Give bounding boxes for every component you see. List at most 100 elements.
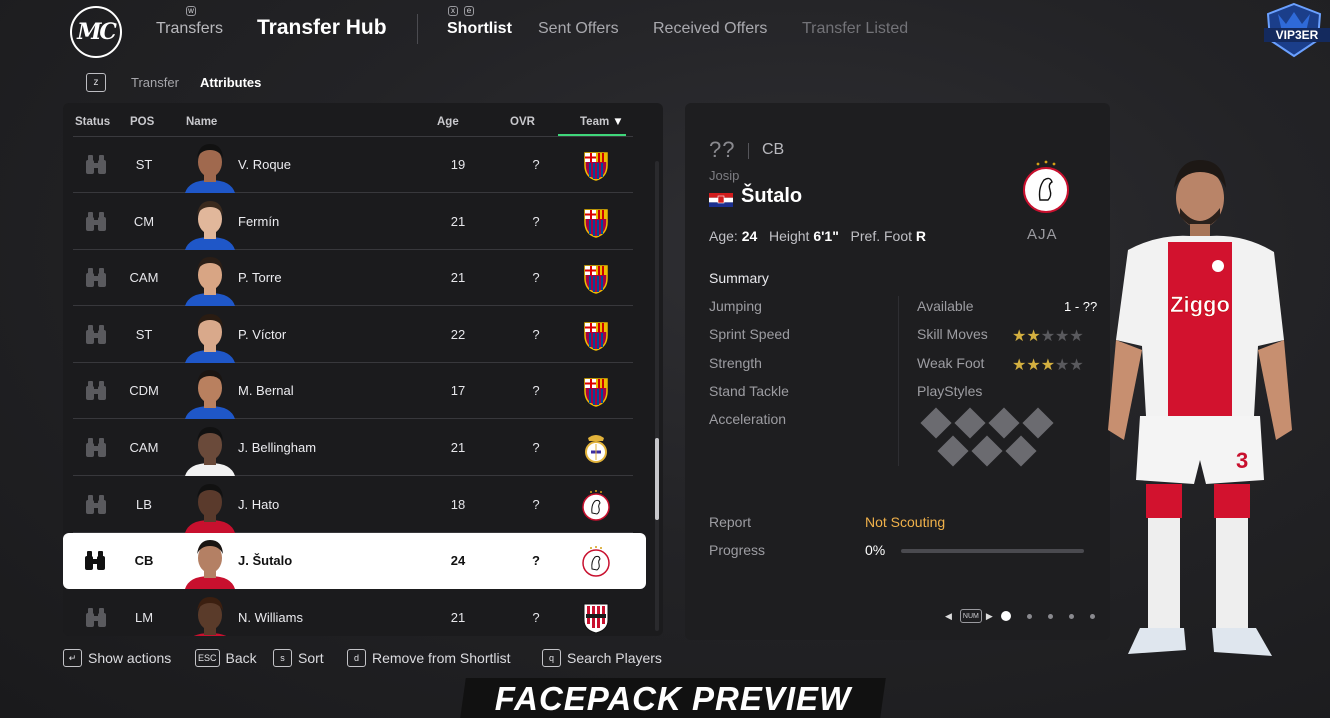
detail-bio: Age: 24 Height 6'1" Pref. Foot R bbox=[709, 228, 926, 244]
pager-right-icon[interactable]: ▶ bbox=[986, 611, 993, 622]
detail-first-name: Josip bbox=[709, 168, 740, 183]
row-ovr: ? bbox=[532, 609, 540, 625]
scrollbar-track[interactable] bbox=[655, 161, 659, 631]
row-age: 24 bbox=[450, 553, 466, 569]
player-row[interactable]: ST P. Víctor 22? bbox=[73, 307, 633, 363]
svg-text:3: 3 bbox=[1236, 448, 1248, 473]
age-value: 24 bbox=[741, 228, 758, 244]
action-label: Remove from Shortlist bbox=[372, 650, 511, 666]
real-madrid-crest-icon bbox=[581, 432, 611, 464]
action-show-actions[interactable]: ↵ Show actions bbox=[63, 649, 171, 667]
row-pos: CAM bbox=[129, 270, 159, 286]
row-pos: CAM bbox=[129, 440, 159, 455]
preview-banner-text: FACEPACK PREVIEW bbox=[494, 680, 852, 717]
player-row[interactable]: CM Fermín 21? bbox=[73, 194, 633, 250]
summary-heading: Summary bbox=[709, 270, 769, 286]
row-ovr: ? bbox=[532, 496, 540, 512]
star-filled-icon: ★ bbox=[1012, 328, 1027, 345]
progress-value: 0% bbox=[865, 542, 886, 558]
barcelona-crest-icon bbox=[581, 206, 611, 238]
binoculars-icon bbox=[84, 154, 108, 176]
tab-shortlist[interactable]: Shortlist bbox=[447, 20, 512, 38]
tab-received-offers[interactable]: Received Offers bbox=[653, 20, 767, 38]
barcelona-crest-icon bbox=[581, 149, 611, 181]
brand-logo: VIP3ER bbox=[1258, 0, 1330, 60]
subnav-attributes[interactable]: Attributes bbox=[200, 75, 261, 90]
attr-jumping: Jumping bbox=[709, 298, 762, 314]
action-sort[interactable]: s Sort bbox=[273, 649, 324, 667]
header-name[interactable]: Name bbox=[186, 116, 217, 128]
header-status[interactable]: Status bbox=[75, 116, 110, 128]
row-ovr: ? bbox=[532, 440, 540, 455]
binoculars-icon bbox=[84, 211, 108, 233]
action-remove-shortlist[interactable]: d Remove from Shortlist bbox=[347, 649, 510, 667]
header-ovr[interactable]: OVR bbox=[510, 116, 535, 128]
tab-key-left: w bbox=[186, 0, 196, 18]
pager-dot[interactable] bbox=[1047, 613, 1053, 619]
tab-key-small: x bbox=[448, 0, 458, 18]
player-avatar bbox=[185, 593, 235, 636]
star-filled-icon: ★ bbox=[1040, 357, 1056, 374]
row-name: J. Bellingham bbox=[238, 440, 317, 455]
star-empty-icon: ★ bbox=[1069, 328, 1084, 345]
row-ovr: ? bbox=[532, 383, 540, 399]
attr-acceleration: Acceleration bbox=[709, 411, 787, 427]
row-name: Fermín bbox=[238, 213, 280, 229]
detail-pager[interactable]: ◀ NUM ▶ bbox=[945, 609, 1095, 623]
skill-moves-label: Skill Moves bbox=[917, 326, 988, 342]
row-age: 21 bbox=[450, 440, 466, 455]
action-back[interactable]: ESC Back bbox=[195, 649, 257, 667]
star-empty-icon: ★ bbox=[1069, 357, 1084, 374]
player-render: Ziggo 3 bbox=[1088, 150, 1330, 670]
summary-column-divider bbox=[898, 296, 899, 466]
pager-left-icon[interactable]: ◀ bbox=[945, 611, 952, 622]
ajax-crest-icon bbox=[581, 489, 611, 521]
row-age: 22 bbox=[450, 326, 466, 342]
age-label: Age: bbox=[709, 228, 738, 244]
player-row[interactable]: CAM P. Torre 21? bbox=[73, 250, 633, 307]
available-label: Available bbox=[917, 298, 974, 314]
binoculars-icon bbox=[84, 267, 108, 289]
tab-sent-offers[interactable]: Sent Offers bbox=[538, 20, 619, 38]
action-search-players[interactable]: q Search Players bbox=[542, 649, 662, 667]
playstyles-label: PlayStyles bbox=[917, 383, 983, 399]
ajax-crest-icon bbox=[1022, 160, 1070, 216]
player-row[interactable]: CAM J. Bellingham 21? bbox=[73, 420, 633, 476]
breadcrumb-transfers[interactable]: Transfers bbox=[156, 20, 223, 38]
pager-dot[interactable] bbox=[1068, 613, 1074, 619]
enter-key-icon: ↵ bbox=[63, 649, 82, 667]
row-pos: ST bbox=[135, 157, 153, 172]
subnav-transfer[interactable]: Transfer bbox=[131, 75, 179, 90]
header-age[interactable]: Age bbox=[437, 116, 459, 128]
row-pos: LM bbox=[134, 609, 154, 625]
row-ovr: ? bbox=[532, 213, 540, 229]
player-avatar bbox=[185, 536, 235, 590]
esc-key-icon: ESC bbox=[195, 649, 220, 667]
foot-value: R bbox=[915, 228, 927, 244]
star-empty-icon: ★ bbox=[1055, 357, 1070, 374]
tab-transfer-listed[interactable]: Transfer Listed bbox=[802, 20, 908, 38]
sort-arrow-icon: ▼ bbox=[612, 116, 624, 128]
barcelona-crest-icon bbox=[581, 375, 611, 408]
d-key-icon: d bbox=[347, 649, 366, 667]
header-pos[interactable]: POS bbox=[130, 116, 154, 128]
row-name: V. Roque bbox=[238, 157, 292, 172]
pager-dot[interactable] bbox=[1000, 611, 1011, 621]
binoculars-icon bbox=[84, 324, 108, 346]
brand-text: VIP3ER bbox=[1276, 28, 1319, 42]
player-row[interactable]: ST V. Roque 19? bbox=[73, 137, 633, 193]
row-age: 21 bbox=[450, 270, 466, 286]
player-row[interactable]: CB J. Šutalo 24? bbox=[63, 533, 646, 590]
player-avatar bbox=[185, 197, 235, 250]
barcelona-crest-icon bbox=[581, 262, 611, 294]
header-team[interactable]: Team ▼ bbox=[580, 116, 624, 128]
svg-text:Ziggo: Ziggo bbox=[1170, 292, 1230, 317]
app-logo: MC bbox=[70, 6, 122, 58]
action-label: Show actions bbox=[88, 650, 172, 666]
player-row[interactable]: LB J. Hato 18? bbox=[73, 477, 633, 533]
scrollbar-thumb[interactable] bbox=[655, 438, 659, 520]
row-name: J. Hato bbox=[238, 496, 280, 512]
player-row[interactable]: LM N. Williams 21? bbox=[73, 590, 633, 636]
player-row[interactable]: CDM M. Bernal 17? bbox=[73, 363, 633, 420]
pager-dot[interactable] bbox=[1026, 613, 1032, 619]
